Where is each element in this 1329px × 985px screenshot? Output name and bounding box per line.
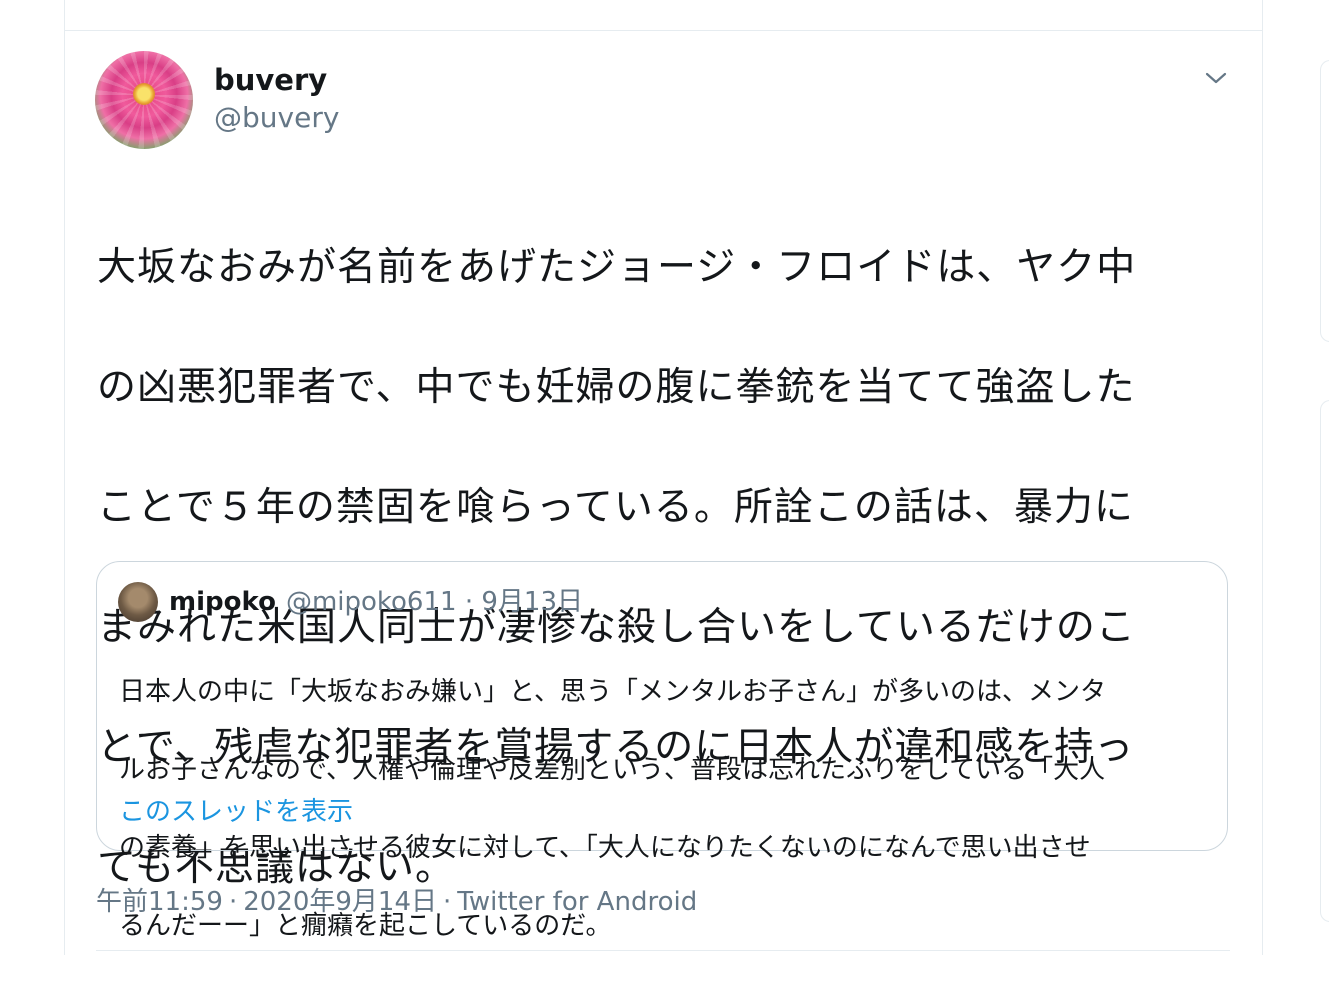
tweet-text-line: の凶悪犯罪者で、中でも妊婦の腹に拳銃を当てて強盗した — [97, 365, 1136, 410]
more-options-button[interactable] — [1200, 62, 1232, 94]
author-avatar[interactable] — [95, 51, 193, 149]
quoted-text-line: の素養」を思い出させる彼女に対して、「大人になりたくないのになんで思い出させ — [119, 833, 1091, 863]
quoted-text-line: ルお子さんなので、人権や倫理や反差別という、普段は忘れたふりをしている「大人 — [119, 755, 1106, 785]
separator: · — [228, 887, 238, 917]
author-handle[interactable]: @buvery — [214, 100, 339, 136]
column-border-right — [1262, 0, 1263, 955]
author-display-name[interactable]: buvery — [214, 62, 327, 98]
tweet-date[interactable]: 2020年9月14日 — [243, 887, 437, 917]
chevron-down-icon — [1205, 72, 1227, 84]
bottom-divider — [96, 950, 1230, 951]
right-edge-cards — [1320, 0, 1329, 955]
tweet-time[interactable]: 午前11:59 — [96, 887, 223, 917]
quoted-author-avatar — [118, 582, 158, 622]
top-divider — [65, 30, 1262, 31]
show-thread-link[interactable]: このスレッドを表示 — [119, 794, 353, 830]
separator: · — [443, 887, 452, 917]
quoted-text-line: 日本人の中に「大坂なおみ嫌い」と、思う「メンタルお子さん」が多いのは、メンタ — [119, 677, 1106, 707]
tweet-source[interactable]: Twitter for Android — [457, 887, 697, 917]
quoted-author-meta: @mipoko611 · 9月13日 — [285, 587, 583, 617]
quoted-tweet-card[interactable]: mipoko @mipoko611 · 9月13日 日本人の中に「大坂なおみ嫌い」… — [96, 561, 1228, 941]
quoted-tweet-header: mipoko @mipoko611 · 9月13日 — [169, 584, 583, 620]
tweet-text-line: ことで５年の禁固を喰らっている。所詮この話は、暴力に — [97, 485, 1134, 530]
tweet-timestamp: 午前11:59 · 2020年9月14日 · Twitter for Android — [96, 884, 697, 920]
column-border-left — [64, 0, 65, 955]
quoted-author-name: mipoko — [169, 587, 276, 617]
tweet-text-line: 大坂なおみが名前をあげたジョージ・フロイドは、ヤク中 — [97, 245, 1137, 290]
